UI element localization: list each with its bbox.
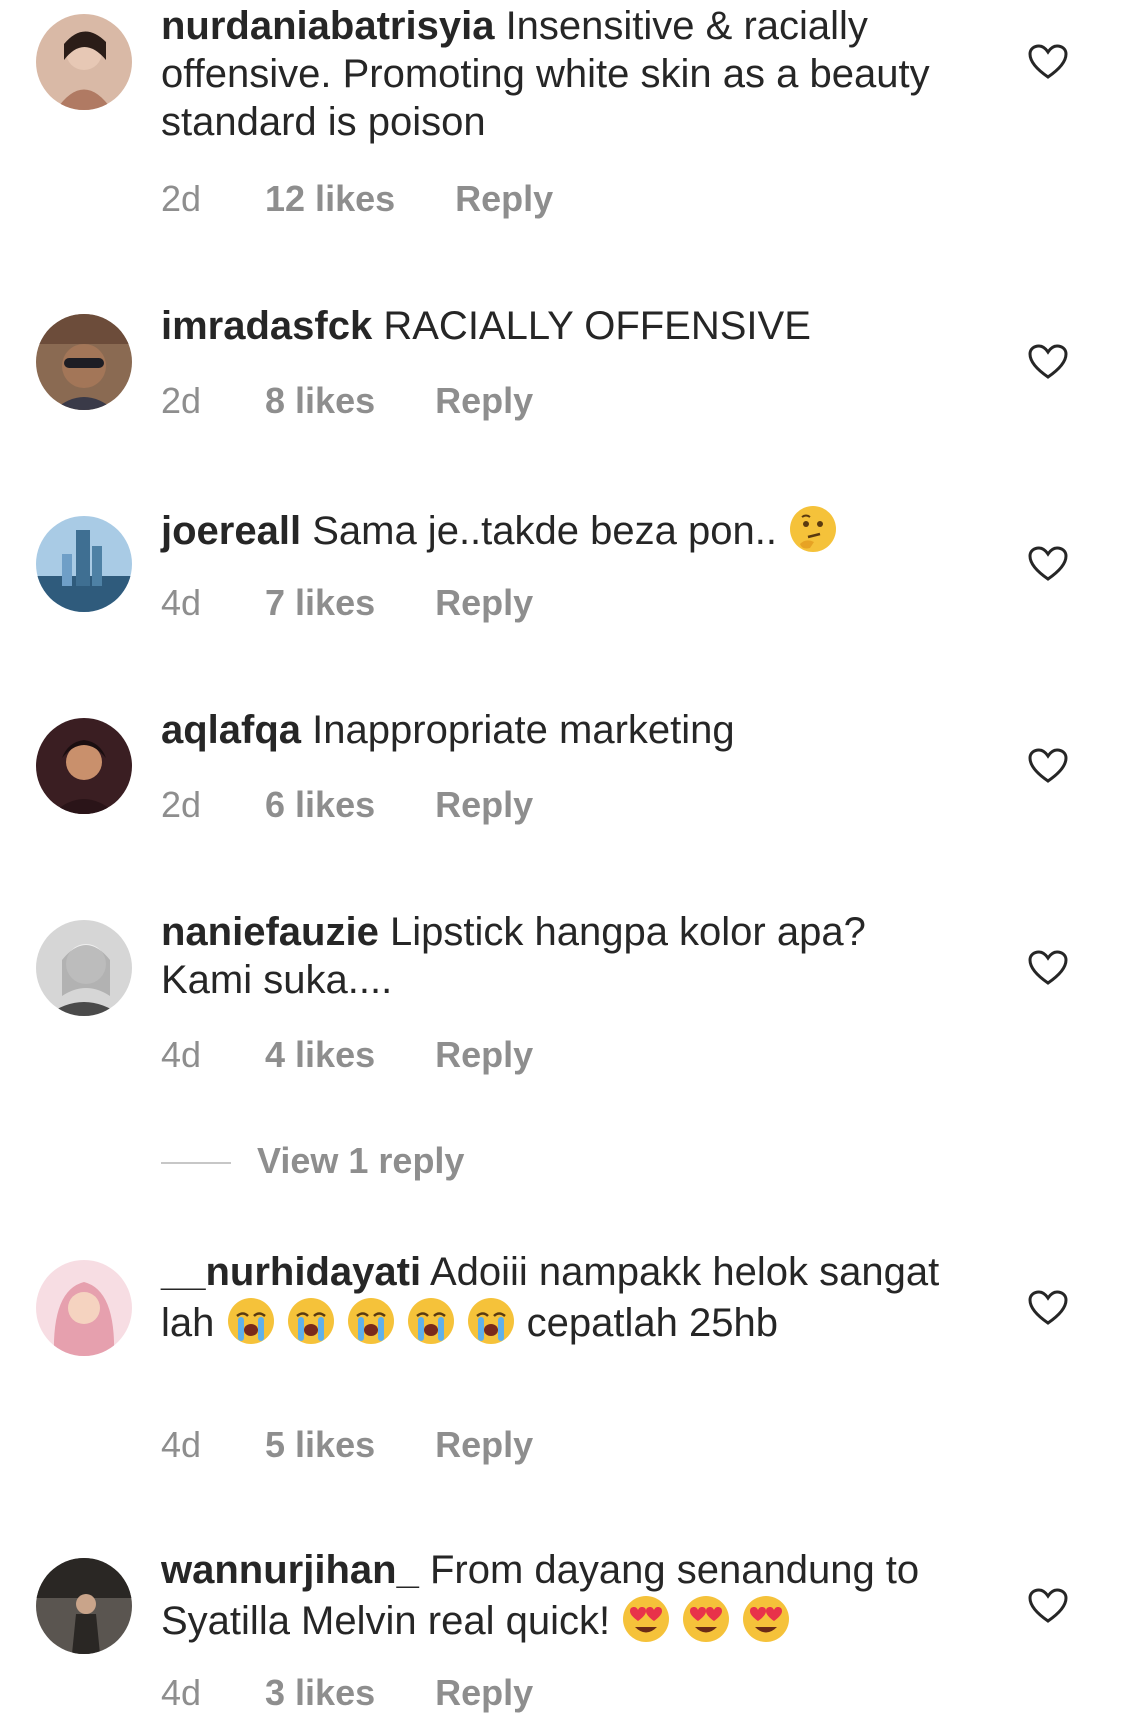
- comment-text: nurdaniabatrisyia Insensitive & racially…: [161, 2, 951, 146]
- comment-meta: 4d 4 likes Reply: [161, 1034, 533, 1076]
- comment-meta: 4d 7 likes Reply: [161, 582, 533, 624]
- heart-eyes-face-icon: [683, 1596, 730, 1642]
- comment-body: RACIALLY OFFENSIVE: [383, 304, 811, 348]
- comment-meta: 2d 8 likes Reply: [161, 380, 533, 422]
- avatar[interactable]: [36, 718, 132, 814]
- reply-button[interactable]: Reply: [435, 1672, 533, 1713]
- heart-eyes-face-icon: [743, 1596, 790, 1642]
- comment-time: 4d: [161, 582, 202, 623]
- comment-body: Sama je..takde beza pon..: [312, 509, 777, 553]
- reply-button[interactable]: Reply: [435, 582, 533, 623]
- comment-meta: 4d 3 likes Reply: [161, 1672, 533, 1714]
- avatar-image: [36, 920, 132, 1016]
- like-heart-icon[interactable]: [1028, 1290, 1068, 1326]
- reply-button[interactable]: Reply: [435, 784, 533, 825]
- comment-username[interactable]: __nurhidayati: [161, 1250, 421, 1294]
- comment-meta: 2d 6 likes Reply: [161, 784, 533, 826]
- emoji-group: [226, 1298, 516, 1345]
- heart-eyes-face-icon: [623, 1596, 670, 1642]
- comment-likes[interactable]: 3 likes: [265, 1672, 375, 1714]
- comment-text: joereall Sama je..takde beza pon..: [161, 504, 951, 555]
- comment-likes[interactable]: 7 likes: [265, 582, 375, 624]
- view-replies-button[interactable]: View 1 reply: [161, 1140, 464, 1182]
- comment-body-continued: cepatlah 25hb: [526, 1301, 778, 1345]
- loudly-crying-face-icon: [347, 1298, 394, 1344]
- comment-likes[interactable]: 6 likes: [265, 784, 375, 826]
- like-heart-icon[interactable]: [1028, 344, 1068, 380]
- comment-time: 4d: [161, 1034, 202, 1075]
- avatar-image: [36, 14, 132, 110]
- comment-username[interactable]: joereall: [161, 509, 301, 553]
- view-replies-divider: [161, 1162, 231, 1165]
- loudly-crying-face-icon: [227, 1298, 274, 1344]
- comment-time: 4d: [161, 1672, 202, 1713]
- avatar[interactable]: [36, 14, 132, 110]
- loudly-crying-face-icon: [467, 1298, 514, 1344]
- comment-time: 2d: [161, 784, 202, 825]
- comment-text: imradasfck RACIALLY OFFENSIVE: [161, 302, 951, 350]
- comment-time: 2d: [161, 178, 202, 219]
- comment-username[interactable]: aqlafqa: [161, 708, 301, 752]
- like-heart-icon[interactable]: [1028, 950, 1068, 986]
- comment-text: __nurhidayati Adoiii nampakk helok sanga…: [161, 1248, 951, 1347]
- comment-meta: 2d 12 likes Reply: [161, 178, 553, 220]
- comment-username[interactable]: wannurjihan_: [161, 1548, 419, 1592]
- comment-time: 4d: [161, 1424, 202, 1465]
- comment-time: 2d: [161, 380, 202, 421]
- avatar-image: [36, 1558, 132, 1654]
- comment-username[interactable]: imradasfck: [161, 304, 372, 348]
- avatar-image: [36, 314, 132, 410]
- avatar-image: [36, 516, 132, 612]
- reply-button[interactable]: Reply: [435, 380, 533, 421]
- emoji-group: [621, 1596, 791, 1643]
- comment-likes[interactable]: 12 likes: [265, 178, 395, 220]
- avatar[interactable]: [36, 920, 132, 1016]
- comment-likes[interactable]: 5 likes: [265, 1424, 375, 1466]
- avatar[interactable]: [36, 314, 132, 410]
- like-heart-icon[interactable]: [1028, 546, 1068, 582]
- avatar-image: [36, 718, 132, 814]
- avatar[interactable]: [36, 1558, 132, 1654]
- comment-username[interactable]: naniefauzie: [161, 910, 379, 954]
- like-heart-icon[interactable]: [1028, 44, 1068, 80]
- comment-text: wannurjihan_ From dayang senandung to Sy…: [161, 1546, 951, 1645]
- reply-button[interactable]: Reply: [435, 1424, 533, 1465]
- avatar[interactable]: [36, 1260, 132, 1356]
- view-replies-label: View 1 reply: [257, 1140, 465, 1181]
- reply-button[interactable]: Reply: [435, 1034, 533, 1075]
- comment-body: Inappropriate marketing: [312, 708, 735, 752]
- like-heart-icon[interactable]: [1028, 748, 1068, 784]
- loudly-crying-face-icon: [407, 1298, 454, 1344]
- like-heart-icon[interactable]: [1028, 1588, 1068, 1624]
- thinking-face-icon: [790, 506, 837, 552]
- reply-button[interactable]: Reply: [455, 178, 553, 219]
- comment-text: aqlafqa Inappropriate marketing: [161, 706, 951, 754]
- comment-meta: 4d 5 likes Reply: [161, 1424, 533, 1466]
- comment-username[interactable]: nurdaniabatrisyia: [161, 4, 494, 48]
- loudly-crying-face-icon: [287, 1298, 334, 1344]
- avatar-image: [36, 1260, 132, 1356]
- avatar[interactable]: [36, 516, 132, 612]
- comment-likes[interactable]: 8 likes: [265, 380, 375, 422]
- comment-text: naniefauzie Lipstick hangpa kolor apa? K…: [161, 908, 951, 1004]
- comment-likes[interactable]: 4 likes: [265, 1034, 375, 1076]
